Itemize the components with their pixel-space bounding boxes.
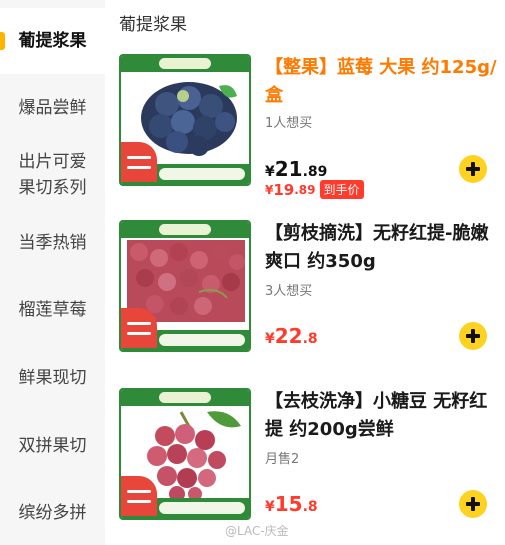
add-to-cart-button[interactable]: [459, 322, 487, 350]
product-card[interactable]: 【整果】蓝莓 大果 约125g/盒 1人想买 ¥21.89 ¥19.89 到手价: [119, 54, 505, 204]
product-price: ¥21.89: [265, 157, 328, 181]
add-to-cart-button[interactable]: [459, 155, 487, 183]
sidebar-item-fresh-cut[interactable]: 鲜果现切: [0, 344, 105, 412]
final-price: ¥19.89 到手价: [265, 180, 364, 199]
product-name[interactable]: 【剪枝摘洗】无籽红提-脆嫩爽口 约350g: [265, 220, 505, 276]
add-to-cart-button[interactable]: [459, 490, 487, 518]
want-count: 1人想买: [265, 116, 313, 131]
product-image-red-grape[interactable]: [119, 220, 251, 352]
sidebar-item-cute-cut-fruit[interactable]: 出片可爱 果切系列: [0, 142, 105, 208]
want-count: 3人想买: [265, 284, 313, 299]
sidebar-item-label: 榴莲草莓: [18, 300, 87, 320]
sidebar-item-label: 爆品尝鲜: [18, 98, 87, 118]
promo-badge: [121, 476, 157, 516]
promo-badge: [121, 142, 157, 182]
sidebar-item-label: 当季热销: [18, 233, 87, 253]
sidebar-item-label: 葡提浆果: [18, 31, 87, 51]
monthly-sales: 月售2: [265, 452, 300, 467]
product-card[interactable]: 【去枝洗净】小糖豆 无籽红提 约200g尝鲜 月售2 ¥15.8: [119, 388, 505, 528]
final-price-tag: 到手价: [319, 180, 364, 199]
product-price: ¥22.8: [265, 324, 318, 348]
sidebar-item-label: 缤纷多拼: [18, 503, 87, 523]
product-image-blueberry[interactable]: [119, 54, 251, 186]
sidebar-item-label: 双拼果切: [18, 436, 87, 456]
sidebar-item-assorted-mix[interactable]: 缤纷多拼: [0, 480, 105, 545]
sidebar-item-seasonal-hot[interactable]: 当季热销: [0, 210, 105, 276]
category-sidebar: 葡提浆果 爆品尝鲜 出片可爱 果切系列 当季热销 榴莲草莓 鲜果现切 双拼果切 …: [0, 0, 105, 545]
product-name[interactable]: 【整果】蓝莓 大果 约125g/盒: [265, 54, 505, 110]
product-card[interactable]: 【剪枝摘洗】无籽红提-脆嫩爽口 约350g 3人想买 ¥22.8: [119, 220, 505, 360]
sidebar-item-durian-strawberry[interactable]: 榴莲草莓: [0, 276, 105, 344]
product-price: ¥15.8: [265, 492, 318, 516]
sidebar-item-grape-berries[interactable]: 葡提浆果: [0, 8, 105, 74]
sidebar-item-hot-new[interactable]: 爆品尝鲜: [0, 74, 105, 142]
watermark: @LAC-庆金: [225, 524, 289, 538]
sidebar-item-label: 鲜果现切: [18, 368, 87, 388]
section-title: 葡提浆果: [119, 15, 187, 35]
promo-badge: [121, 308, 157, 348]
sidebar-item-label: 出片可爱 果切系列: [18, 152, 87, 198]
product-list: 葡提浆果 【整果】蓝莓 大果 约125g/盒 1人想买 ¥21.89 ¥19.8…: [105, 0, 505, 545]
product-name[interactable]: 【去枝洗净】小糖豆 无籽红提 约200g尝鲜: [265, 388, 505, 444]
sidebar-item-double-cut[interactable]: 双拼果切: [0, 412, 105, 480]
product-image-small-grape[interactable]: [119, 388, 251, 520]
